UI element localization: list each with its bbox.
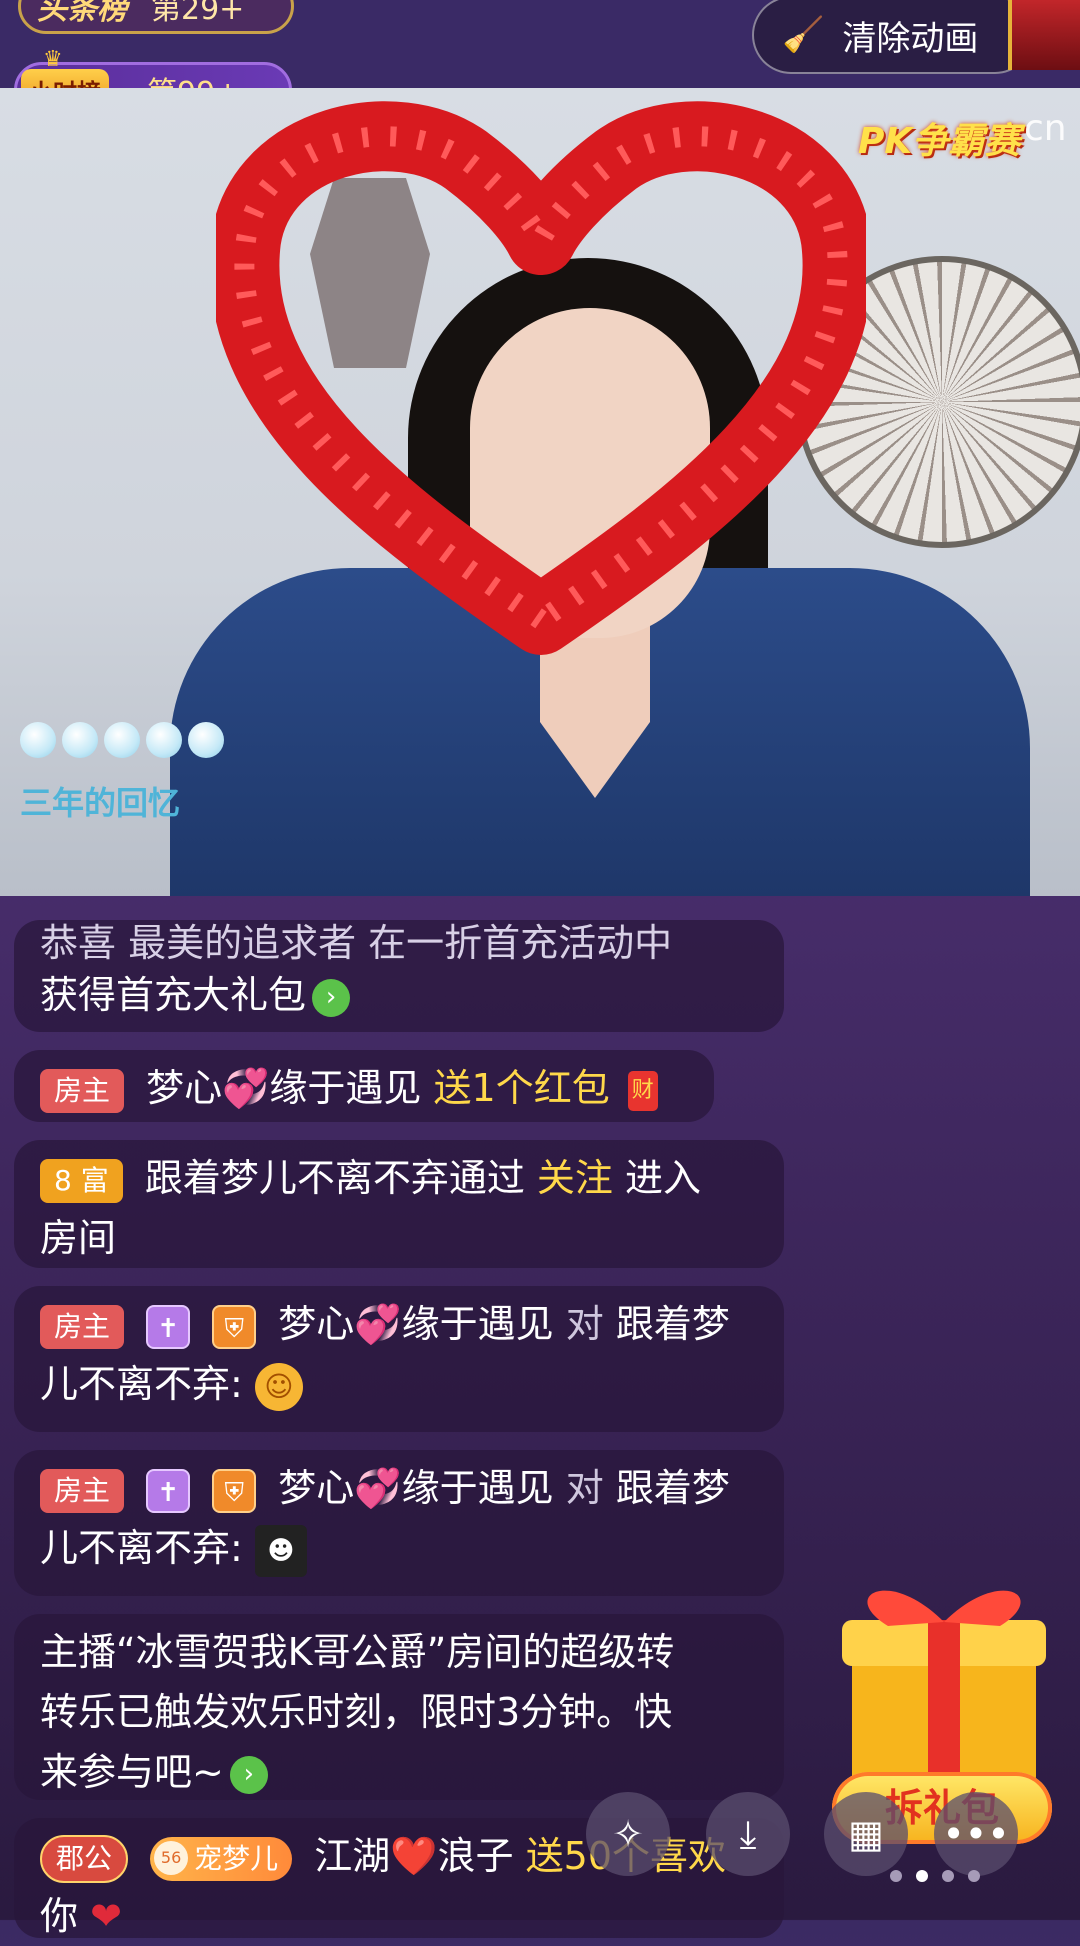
red-packet-icon: 财: [627, 1070, 658, 1111]
chat-text: 进入: [625, 1156, 702, 1200]
heart-balloon-animation: [216, 101, 866, 655]
owner-badge: 房主: [40, 1304, 125, 1349]
live-video[interactable]: PK争霸赛 cn 三年的回忆: [0, 88, 1080, 896]
wealth-badge: 8 富: [40, 1158, 123, 1203]
arrow-right-icon[interactable]: ›: [229, 1755, 268, 1794]
chat-verb: 对: [565, 1302, 604, 1346]
sparkle-icon[interactable]: ✧: [586, 1792, 670, 1876]
chat-target: 儿不离不弃:: [40, 1526, 243, 1570]
chat-message[interactable]: 主播“冰雪贺我K哥公爵”房间的超级转 转乐已触发欢乐时刻，限时3分钟。快 来参与…: [14, 1614, 784, 1800]
gift-box-icon[interactable]: [828, 1566, 1060, 1806]
page-indicator: [890, 1870, 980, 1882]
crown-icon: ♛: [43, 46, 63, 72]
chat-text: 主播“冰雪贺我K哥公爵”房间的超级转: [40, 1630, 675, 1674]
overlay-bubbles: [20, 722, 224, 758]
chat-text: 恭喜 最美的追求者 在一折首充活动中: [40, 921, 673, 965]
arrow-right-icon[interactable]: ›: [312, 978, 351, 1017]
heart-icon: ❤: [90, 1894, 122, 1938]
chat-message[interactable]: 房主 梦心💞缘于遇见 送1个红包 财: [14, 1050, 714, 1122]
more-icon[interactable]: •••: [934, 1792, 1018, 1876]
chat-message[interactable]: 房主 ✝ ⛨ 梦心💞缘于遇见 对 跟着梦 儿不离不弃: ☻: [14, 1450, 784, 1596]
shield-icon: ⛨: [212, 1304, 257, 1349]
chat-target[interactable]: 跟着梦: [616, 1302, 730, 1346]
download-icon[interactable]: ⤓: [706, 1792, 790, 1876]
bubble-icon: [188, 722, 224, 758]
bubble-icon: [62, 722, 98, 758]
shy-emoji-icon: ☺: [254, 1362, 303, 1411]
page-dot: [916, 1870, 928, 1882]
fan-club-name: 宠梦儿: [194, 1841, 279, 1875]
chat-username[interactable]: 梦心💞缘于遇见: [278, 1302, 553, 1346]
bubble-icon: [146, 722, 182, 758]
chat-username[interactable]: 跟着梦儿不离不弃通过: [145, 1156, 525, 1200]
owner-badge: 房主: [40, 1468, 125, 1513]
shield-icon: ⛨: [212, 1468, 257, 1513]
sticker-icon: ☻: [254, 1524, 307, 1577]
chat-text: 来参与吧~: [40, 1750, 224, 1794]
grid-icon[interactable]: ▦: [824, 1792, 908, 1876]
chat-text: 房间: [40, 1216, 117, 1260]
page-dot: [968, 1870, 980, 1882]
daily-rank-pill[interactable]: 头条榜 第29+: [18, 0, 294, 34]
page-dot: [942, 1870, 954, 1882]
chat-username[interactable]: 梦心💞缘于遇见: [146, 1066, 421, 1110]
chat-action: 关注: [536, 1156, 613, 1200]
chat-verb: 对: [565, 1466, 604, 1510]
chat-action: 送1个红包: [433, 1066, 610, 1110]
pk-badge[interactable]: PK争霸赛: [858, 112, 1020, 164]
watermark: cn: [1024, 108, 1067, 149]
page-dot: [890, 1870, 902, 1882]
chat-target: 儿不离不弃:: [40, 1362, 243, 1406]
chat-text: 转乐已触发欢乐时刻，限时3分钟。快: [40, 1690, 673, 1734]
owner-badge: 房主: [40, 1068, 125, 1113]
chat-message[interactable]: 恭喜 最美的追求者 在一折首充活动中 获得首充大礼包 ›: [14, 920, 784, 1032]
bubble-icon: [20, 722, 56, 758]
clear-animation-button[interactable]: 🧹 清除动画: [752, 0, 1034, 74]
throne-icon[interactable]: [1008, 0, 1080, 70]
noble-badge: 郡公: [40, 1834, 129, 1883]
chat-username[interactable]: 梦心💞缘于遇见: [278, 1466, 553, 1510]
chat-text: 你: [40, 1894, 79, 1938]
chat-username[interactable]: 江湖❤️浪子: [314, 1834, 513, 1878]
guard-icon: ✝: [146, 1468, 191, 1513]
chat-target[interactable]: 跟着梦: [616, 1466, 730, 1510]
guard-icon: ✝: [146, 1304, 191, 1349]
broom-icon: 🧹: [782, 15, 825, 55]
overlay-text: 三年的回忆: [20, 784, 181, 822]
chat-message[interactable]: 房主 ✝ ⛨ 梦心💞缘于遇见 对 跟着梦 儿不离不弃: ☺: [14, 1286, 784, 1432]
fan-club-badge: 56 宠梦儿: [150, 1836, 293, 1881]
fan-level: 56: [154, 1840, 189, 1875]
daily-rank-position: 第29+: [151, 0, 245, 27]
chat-text: 获得首充大礼包: [40, 973, 307, 1017]
bubble-icon: [104, 722, 140, 758]
daily-rank-tag: 头条榜: [37, 0, 127, 27]
heart-outline: [216, 101, 866, 655]
clear-animation-label: 清除动画: [842, 18, 979, 59]
chat-message[interactable]: 8 富 跟着梦儿不离不弃通过 关注 进入 房间: [14, 1140, 784, 1268]
